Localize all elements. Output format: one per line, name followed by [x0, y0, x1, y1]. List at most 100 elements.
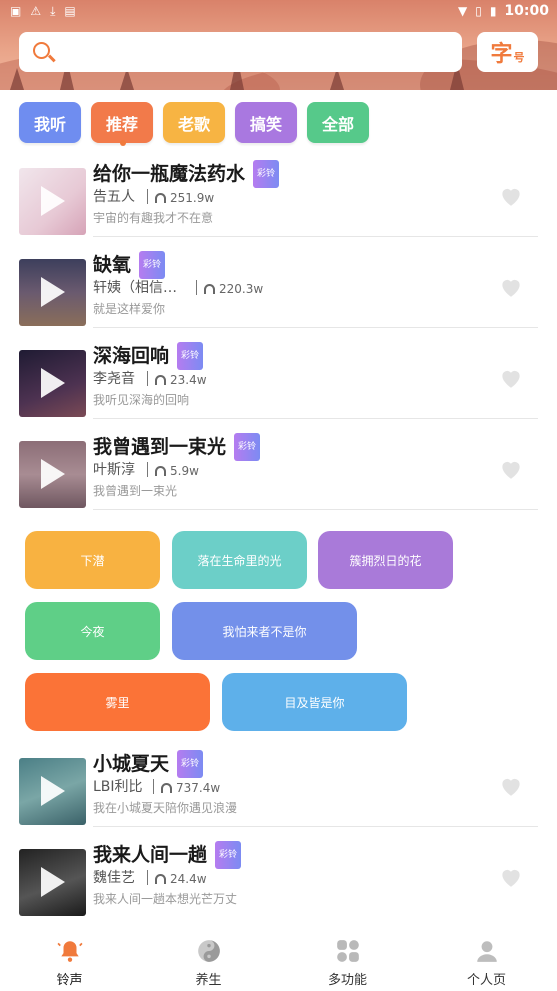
play-count: 737.4w: [161, 778, 220, 798]
tag-xia-qian[interactable]: 下潜: [25, 531, 160, 589]
song-artist: 告五人: [93, 189, 135, 205]
divider: [147, 371, 148, 386]
play-icon: [41, 368, 65, 398]
row-divider: [93, 509, 538, 510]
headphones-icon: [161, 783, 172, 793]
album-cover[interactable]: [19, 168, 86, 235]
app-notification-icon: ▤: [64, 4, 76, 18]
nav-ringtones[interactable]: 铃声: [0, 928, 139, 991]
tag-mu-ji-jie-shi-ni[interactable]: 目及皆是你: [222, 673, 407, 731]
song-artist: 李尧音: [93, 371, 135, 387]
song-row[interactable]: 给你一瓶魔法药水 彩铃 告五人 251.9w 宇宙的有趣我才不在意: [0, 160, 557, 248]
banner-tree: [10, 68, 24, 90]
tab-gao-xiao[interactable]: 搞笑: [235, 102, 297, 143]
headphones-icon: [155, 466, 166, 476]
song-artist: LBI利比: [93, 779, 143, 795]
headphones-icon: [204, 284, 215, 294]
play-icon: [41, 186, 65, 216]
ringtone-badge: 彩铃: [177, 342, 204, 370]
play-icon: [41, 867, 65, 897]
song-row[interactable]: 我来人间一趟 彩铃 魏佳艺 24.4w 我来人间一趟本想光芒万丈: [0, 841, 557, 929]
song-description: 就是这样爱你: [93, 302, 166, 316]
nav-label: 多功能: [327, 973, 367, 988]
nav-label: 个人页: [466, 973, 506, 988]
heart-icon[interactable]: [498, 456, 524, 482]
song-row[interactable]: 我曾遇到一束光 彩铃 叶斯淳 5.9w 我曾遇到一束光: [0, 433, 557, 521]
song-description: 我在小城夏天陪你遇见浪漫: [93, 801, 238, 815]
battery-icon: ▮: [489, 4, 497, 18]
category-tabs: 我听 推荐 老歌 搞笑 全部: [19, 102, 369, 143]
notification-icon: ▣: [10, 4, 22, 18]
status-time: 10:00: [504, 3, 549, 19]
song-title: 缺氧 彩铃: [93, 251, 166, 279]
ringtone-badge: 彩铃: [139, 251, 166, 279]
song-artist: 魏佳艺: [93, 870, 135, 886]
tag-cu-yong-lie-ri[interactable]: 簇拥烈日的花: [318, 531, 453, 589]
heart-icon[interactable]: [498, 773, 524, 799]
song-artist: 叶斯淳: [93, 462, 135, 478]
tag-wo-pa-lai-zhe[interactable]: 我怕来者不是你: [172, 602, 357, 660]
song-row[interactable]: 深海回响 彩铃 李尧音 23.4w 我听见深海的回响: [0, 342, 557, 430]
search-input[interactable]: [19, 32, 462, 72]
play-count: 251.9w: [155, 188, 214, 208]
grid-icon: [337, 940, 359, 962]
warning-icon: ⚠: [30, 4, 42, 18]
header-banner: ▣ ⚠ ⤓ ▤ ▼ ▯ ▮ 10:00 字号: [0, 0, 557, 90]
heart-icon[interactable]: [498, 365, 524, 391]
heart-icon[interactable]: [498, 183, 524, 209]
ringtone-badge: 彩铃: [177, 750, 204, 778]
user-icon: [477, 941, 497, 962]
divider: [147, 462, 148, 477]
download-icon: ⤓: [50, 4, 56, 18]
tab-tui-jian[interactable]: 推荐: [91, 102, 153, 143]
play-icon: [41, 459, 65, 489]
play-icon: [41, 776, 65, 806]
bell-icon: [57, 941, 83, 962]
bottom-navigation: 铃声 养生 多功能 个人页: [0, 928, 557, 991]
nav-multifunction[interactable]: 多功能: [278, 928, 417, 991]
ringtone-badge: 彩铃: [234, 433, 261, 461]
song-row[interactable]: 缺氧 彩铃 轩姨（相信… 220.3w 就是这样爱你: [0, 251, 557, 339]
album-cover[interactable]: [19, 441, 86, 508]
nav-profile[interactable]: 个人页: [417, 928, 556, 991]
yin-yang-icon: [198, 940, 220, 962]
row-divider: [93, 826, 538, 827]
song-description: 我曾遇到一束光: [93, 484, 178, 498]
album-cover[interactable]: [19, 259, 86, 326]
status-bar: ▣ ⚠ ⤓ ▤ ▼ ▯ ▮ 10:00: [0, 0, 557, 22]
tag-jin-ye[interactable]: 今夜: [25, 602, 160, 660]
heart-icon[interactable]: [498, 864, 524, 890]
play-count: 220.3w: [204, 279, 263, 299]
divider: [147, 189, 148, 204]
song-row[interactable]: 小城夏天 彩铃 LBI利比 737.4w 我在小城夏天陪你遇见浪漫: [0, 750, 557, 838]
heart-icon[interactable]: [498, 274, 524, 300]
play-icon: [41, 277, 65, 307]
play-count: 23.4w: [155, 370, 207, 390]
album-cover[interactable]: [19, 849, 86, 916]
font-size-label: 字: [490, 42, 513, 67]
album-cover[interactable]: [19, 758, 86, 825]
song-description: 我来人间一趟本想光芒万丈: [93, 892, 238, 906]
nav-label: 养生: [195, 973, 222, 988]
nav-label: 铃声: [56, 973, 83, 988]
album-cover[interactable]: [19, 350, 86, 417]
divider: [153, 779, 154, 794]
song-description: 我听见深海的回响: [93, 393, 190, 407]
play-count: 24.4w: [155, 869, 207, 889]
headphones-icon: [155, 375, 166, 385]
no-sim-icon: ▯: [475, 4, 482, 18]
tag-luo-zai-sheng-ming[interactable]: 落在生命里的光: [172, 531, 307, 589]
song-title: 给你一瓶魔法药水 彩铃: [93, 160, 280, 188]
song-title: 小城夏天 彩铃: [93, 750, 204, 778]
nav-health[interactable]: 养生: [139, 928, 278, 991]
tag-wu-li[interactable]: 雾里: [25, 673, 210, 731]
song-description: 宇宙的有趣我才不在意: [93, 211, 214, 225]
play-count: 5.9w: [155, 461, 199, 481]
tab-quan-bu[interactable]: 全部: [307, 102, 369, 143]
font-size-button[interactable]: 字号: [477, 32, 538, 72]
search-icon: [33, 42, 50, 59]
song-title: 深海回响 彩铃: [93, 342, 204, 370]
tab-wo-ting[interactable]: 我听: [19, 102, 81, 143]
tab-lao-ge[interactable]: 老歌: [163, 102, 225, 143]
ringtone-badge: 彩铃: [253, 160, 280, 188]
